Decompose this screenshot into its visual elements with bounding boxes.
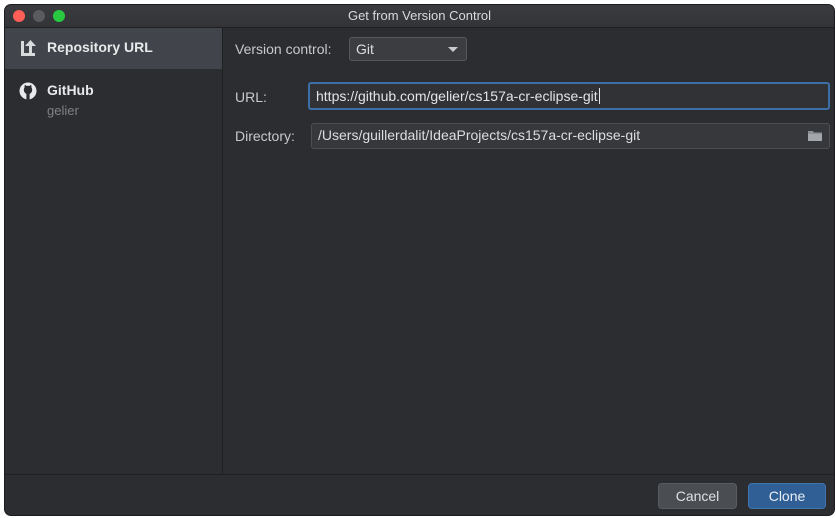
sidebar-item-github[interactable]: GitHub gelier <box>5 79 222 125</box>
dialog-footer: Cancel Clone <box>5 474 834 515</box>
sidebar-item-repository-url[interactable]: Repository URL <box>5 28 222 69</box>
vcs-branch-icon <box>21 40 36 56</box>
cancel-button[interactable]: Cancel <box>658 483 737 509</box>
title-bar[interactable]: Get from Version Control <box>5 5 834 28</box>
sidebar-item-label: GitHub <box>47 82 94 98</box>
folder-icon[interactable] <box>808 130 822 141</box>
github-icon <box>19 82 37 100</box>
directory-input[interactable]: /Users/guillerdalit/IdeaProjects/cs157a-… <box>311 123 830 149</box>
directory-input-value: /Users/guillerdalit/IdeaProjects/cs157a-… <box>318 127 641 143</box>
directory-label: Directory: <box>235 128 295 144</box>
window-title: Get from Version Control <box>347 8 492 23</box>
url-input-value: https://github.com/gelier/cs157a-cr-ecli… <box>316 88 598 104</box>
url-label: URL: <box>235 89 267 105</box>
sidebar: Repository URL GitHub gelier <box>5 28 223 475</box>
text-caret <box>598 88 600 104</box>
version-control-value: Git <box>356 41 374 57</box>
chevron-down-icon <box>448 47 458 52</box>
version-control-select[interactable]: Git <box>349 37 467 61</box>
version-control-label: Version control: <box>235 41 332 57</box>
main-panel: Version control: Git URL: https://github… <box>223 28 834 475</box>
clone-button[interactable]: Clone <box>748 483 826 509</box>
url-input[interactable]: https://github.com/gelier/cs157a-cr-ecli… <box>308 82 830 110</box>
github-account-name: gelier <box>47 103 79 118</box>
dialog-window: Get from Version Control Repository URL … <box>5 5 834 515</box>
sidebar-item-label: Repository URL <box>47 39 153 55</box>
